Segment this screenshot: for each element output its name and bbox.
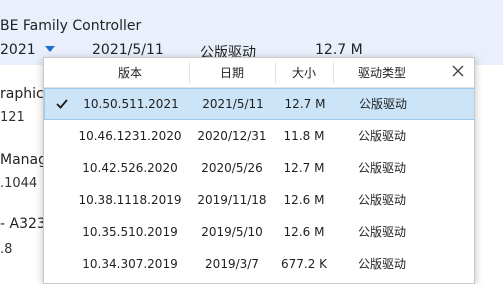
column-header-size: 大小 <box>291 66 316 80</box>
cell-driver-type: 公版驱动 <box>358 97 407 111</box>
table-row[interactable]: 10.50.511.2021 2021/5/11 12.7 M 公版驱动 <box>44 88 474 120</box>
cell-size: 12.7 M <box>283 161 325 175</box>
list-item-name: - A323 <box>0 216 46 232</box>
column-header-version: 版本 <box>117 66 142 80</box>
list-item-sub: 121 <box>0 110 25 125</box>
table-row[interactable]: 10.35.510.2019 2019/5/10 12.6 M 公版驱动 <box>44 216 474 248</box>
cell-version: 10.42.526.2020 <box>82 161 178 175</box>
cell-size: 677.2 K <box>280 257 328 271</box>
cell-date: 2020/12/31 <box>197 129 267 143</box>
cell-driver-type: 公版驱动 <box>357 161 406 175</box>
cell-version: 10.46.1231.2020 <box>78 129 182 143</box>
cell-driver-type: 公版驱动 <box>357 225 406 239</box>
table-header: 版本 日期 大小 驱动类型 <box>44 58 474 88</box>
table-row[interactable]: 10.34.307.2019 2019/3/7 677.2 K 公版驱动 <box>44 248 474 280</box>
current-size: 12.7 M <box>315 42 363 58</box>
cell-driver-type: 公版驱动 <box>357 257 406 271</box>
cell-date: 2019/5/10 <box>201 225 263 239</box>
checkmark-icon <box>56 99 68 109</box>
cell-date: 2019/11/18 <box>197 193 267 207</box>
cell-version: 10.34.307.2019 <box>82 257 178 271</box>
cell-date: 2019/3/7 <box>205 257 259 271</box>
cell-driver-type: 公版驱动 <box>357 129 406 143</box>
list-item-sub: .1044 <box>0 176 38 191</box>
list-item-sub: .8 <box>0 242 13 257</box>
table-row[interactable]: 10.42.526.2020 2020/5/26 12.7 M 公版驱动 <box>44 152 474 184</box>
close-button[interactable] <box>448 61 468 81</box>
device-title: BE Family Controller <box>0 18 142 34</box>
table-row[interactable]: 10.46.1231.2020 2020/12/31 11.8 M 公版驱动 <box>44 120 474 152</box>
current-version: 2021 <box>0 42 36 58</box>
cell-driver-type: 公版驱动 <box>357 193 406 207</box>
cell-version: 10.35.510.2019 <box>82 225 178 239</box>
cell-size: 12.6 M <box>283 225 325 239</box>
table-row[interactable]: 10.38.1118.2019 2019/11/18 12.6 M 公版驱动 <box>44 184 474 216</box>
column-header-driver-type: 驱动类型 <box>357 66 406 80</box>
cell-size: 11.8 M <box>283 129 325 143</box>
cell-size: 12.7 M <box>284 97 326 111</box>
version-dropdown-popup: 版本 日期 大小 驱动类型 10.50.511.2021 2021/5/11 1… <box>43 57 475 284</box>
cell-date: 2021/5/11 <box>202 97 264 111</box>
caret-down-icon[interactable] <box>45 46 55 52</box>
cell-date: 2020/5/26 <box>201 161 263 175</box>
close-icon <box>452 65 464 77</box>
current-date: 2021/5/11 <box>92 42 164 58</box>
cell-version: 10.38.1118.2019 <box>78 193 182 207</box>
cell-version: 10.50.511.2021 <box>83 97 179 111</box>
cell-size: 12.6 M <box>283 193 325 207</box>
column-header-date: 日期 <box>219 66 244 80</box>
